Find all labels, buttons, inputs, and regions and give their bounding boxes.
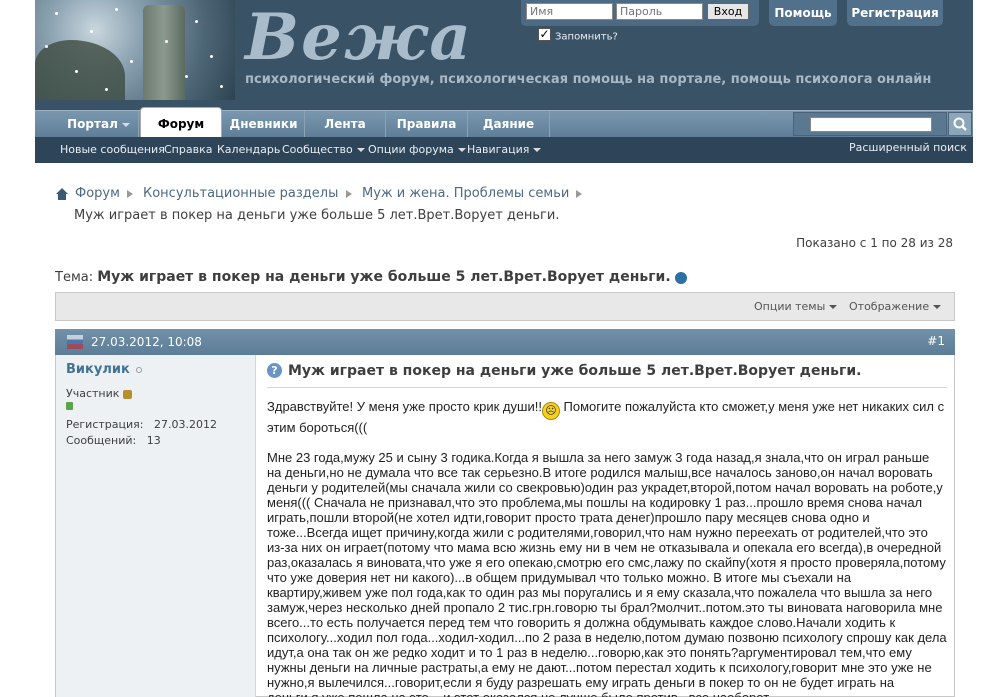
remember-me[interactable]: ✓ Запомнить? bbox=[538, 28, 618, 43]
sad-smiley-icon: ☹ bbox=[541, 402, 560, 420]
sub-nav: Новые сообщения Справка Календарь Сообще… bbox=[35, 137, 973, 163]
thread-label: Тема: bbox=[55, 270, 94, 285]
chevron-down-icon bbox=[121, 122, 130, 127]
post-text: Здравствуйте! У меня уже просто крик душ… bbox=[267, 399, 947, 697]
reputation-icon bbox=[66, 402, 73, 410]
offline-status-icon bbox=[135, 366, 142, 373]
main-content: Форум Консультационные разделы Муж и жен… bbox=[35, 173, 973, 697]
search-button[interactable] bbox=[948, 112, 972, 136]
subnav-label: Сообщество bbox=[282, 143, 353, 156]
menu-label: Опции темы bbox=[754, 300, 826, 313]
post-title-text: Муж играет в покер на деньги уже больше … bbox=[288, 363, 862, 379]
search-box bbox=[793, 112, 947, 136]
post-message: ? Муж играет в покер на деньги уже больше… bbox=[267, 363, 947, 697]
tab-rules[interactable]: Правила bbox=[386, 111, 468, 138]
posts-label: Сообщений: bbox=[66, 434, 137, 447]
chevron-down-icon bbox=[533, 148, 542, 152]
thread-options-bar: Опции темы Отображение bbox=[55, 292, 955, 321]
user-info: Викулик Участник Регистрация: 27.03.2012… bbox=[56, 355, 256, 697]
chevron-down-icon bbox=[933, 305, 942, 309]
post-number[interactable]: #1 bbox=[927, 329, 945, 353]
user-title-text: Участник bbox=[66, 387, 120, 400]
tab-label: Портал bbox=[67, 117, 118, 131]
subnav-label: Навигация bbox=[467, 143, 530, 156]
post-text-segment: Здравствуйте! У меня уже просто крик душ… bbox=[267, 399, 542, 414]
advanced-search-link[interactable]: Расширенный поиск bbox=[849, 135, 967, 161]
thread-options-menu[interactable]: Опции темы bbox=[754, 293, 838, 320]
main-nav: Портал Форум Дневники Лента Правила Даян… bbox=[35, 107, 973, 138]
logo-image[interactable] bbox=[35, 0, 235, 100]
subnav-help[interactable]: Справка bbox=[164, 137, 212, 163]
subscribe-icon[interactable] bbox=[674, 271, 687, 284]
help-button[interactable]: Помощь bbox=[769, 0, 837, 26]
register-button[interactable]: Регистрация bbox=[847, 0, 943, 26]
user-title: Участник bbox=[66, 387, 133, 400]
site-tagline: психологический форум, психологическая п… bbox=[245, 72, 932, 87]
subnav-calendar[interactable]: Календарь bbox=[217, 137, 280, 163]
remember-checkbox[interactable]: ✓ bbox=[538, 28, 551, 41]
display-mode-menu[interactable]: Отображение bbox=[849, 293, 942, 320]
tab-donation[interactable]: Даяние bbox=[468, 111, 550, 138]
site-brand[interactable]: Вежа bbox=[245, 6, 473, 70]
post-date: 27.03.2012, 10:08 bbox=[91, 335, 202, 349]
search-icon bbox=[953, 117, 967, 131]
login-form: Вход bbox=[521, 0, 759, 26]
login-button[interactable]: Вход bbox=[707, 3, 749, 20]
chevron-down-icon bbox=[457, 148, 466, 152]
username[interactable]: Викулик bbox=[66, 362, 142, 377]
post-title: ? Муж играет в покер на деньги уже больше… bbox=[267, 363, 947, 388]
username-input[interactable] bbox=[526, 3, 613, 20]
rank-icon bbox=[123, 389, 133, 399]
site-header: Вежа психологический форум, психологичес… bbox=[35, 0, 973, 110]
search-input[interactable] bbox=[810, 117, 932, 132]
breadcrumb-separator-icon bbox=[127, 190, 133, 198]
reg-value: 27.03.2012 bbox=[153, 418, 217, 431]
thread-title: Тема: Муж играет в покер на деньги уже б… bbox=[55, 269, 687, 285]
question-icon: ? bbox=[267, 363, 282, 378]
subnav-label: Опции форума bbox=[368, 143, 454, 156]
subnav-navigation[interactable]: Навигация bbox=[467, 137, 542, 163]
home-icon[interactable] bbox=[55, 187, 69, 201]
menu-label: Отображение bbox=[849, 300, 930, 313]
tab-portal[interactable]: Портал bbox=[59, 111, 139, 138]
posts-value: 13 bbox=[146, 434, 161, 447]
post-header: 27.03.2012, 10:08 #1 bbox=[55, 329, 955, 355]
subnav-new-posts[interactable]: Новые сообщения bbox=[60, 137, 165, 163]
chevron-down-icon bbox=[356, 148, 365, 152]
breadcrumb-separator-icon bbox=[346, 190, 352, 198]
breadcrumb-separator-icon bbox=[576, 190, 582, 198]
reg-label: Регистрация: bbox=[66, 418, 144, 431]
flag-icon bbox=[67, 335, 83, 349]
logo-tower bbox=[143, 5, 185, 100]
post-body: Викулик Участник Регистрация: 27.03.2012… bbox=[55, 355, 955, 697]
tab-diaries[interactable]: Дневники bbox=[223, 111, 305, 138]
user-post-count: Сообщений: 13 bbox=[66, 434, 161, 447]
subnav-community[interactable]: Сообщество bbox=[282, 137, 365, 163]
tab-forum[interactable]: Форум bbox=[140, 107, 222, 138]
remember-label: Запомнить? bbox=[555, 31, 618, 43]
subnav-forum-options[interactable]: Опции форума bbox=[368, 137, 466, 163]
breadcrumb-family[interactable]: Муж и жена. Проблемы семьи bbox=[362, 186, 569, 201]
breadcrumb-forum[interactable]: Форум bbox=[75, 186, 120, 201]
chevron-down-icon bbox=[829, 305, 838, 309]
logo-tree bbox=[35, 40, 125, 100]
pagination-info: Показано с 1 по 28 из 28 bbox=[796, 236, 953, 250]
thread-title-text: Муж играет в покер на деньги уже больше … bbox=[97, 269, 671, 285]
username-text: Викулик bbox=[66, 362, 130, 377]
breadcrumb-consult[interactable]: Консультационные разделы bbox=[143, 186, 338, 201]
password-input[interactable] bbox=[616, 3, 703, 20]
post-paragraph: Здравствуйте! У меня уже просто крик душ… bbox=[267, 399, 947, 435]
tab-feed[interactable]: Лента bbox=[305, 111, 386, 138]
post-paragraph: Мне 23 года,мужу 25 и сыну 3 годика.Когд… bbox=[267, 450, 947, 697]
breadcrumb-current: Муж играет в покер на деньги уже больше … bbox=[74, 208, 560, 223]
user-registration: Регистрация: 27.03.2012 bbox=[66, 418, 217, 431]
